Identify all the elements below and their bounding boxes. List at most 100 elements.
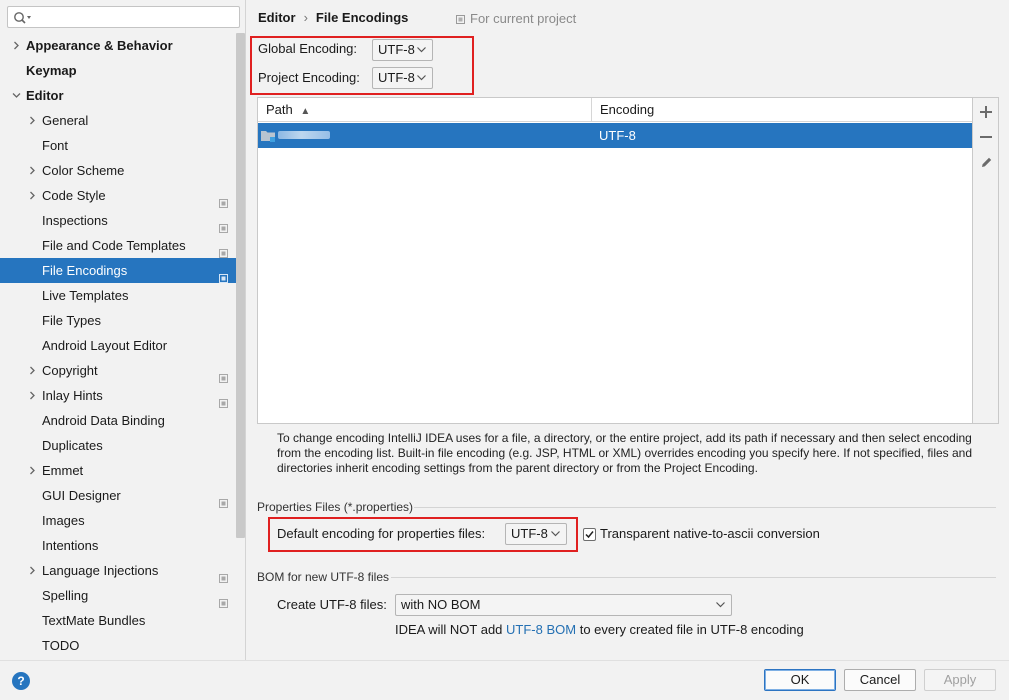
sidebar-item-label: TODO (42, 638, 80, 653)
table-toolbar (973, 97, 999, 424)
remove-button[interactable] (973, 125, 999, 149)
global-encoding-dropdown[interactable]: UTF-8 (372, 39, 433, 61)
sidebar-item-emmet[interactable]: Emmet (0, 458, 236, 483)
sidebar-item-file-encodings[interactable]: File Encodings (0, 258, 236, 283)
bom-note: IDEA will NOT add UTF-8 BOM to every cre… (395, 622, 804, 637)
project-encoding-label: Project Encoding: (258, 70, 360, 85)
sidebar-item-inlay-hints[interactable]: Inlay Hints (0, 383, 236, 408)
sidebar-item-editor[interactable]: Editor (0, 83, 236, 108)
column-divider[interactable] (591, 98, 592, 122)
native-to-ascii-checkbox[interactable] (583, 528, 596, 541)
bom-separator (391, 577, 996, 578)
sidebar-item-label: Copyright (42, 363, 98, 378)
chevron-right-icon[interactable] (26, 158, 38, 185)
sidebar-item-label: GUI Designer (42, 488, 121, 503)
project-scope-icon (219, 366, 228, 383)
sidebar-item-label: General (42, 113, 89, 128)
project-scope-icon (219, 216, 228, 233)
settings-sidebar: Appearance & Behavior Keymap Editor General… (0, 0, 246, 660)
path-encoding-table[interactable]: Path ▲ Encoding UTF-8 (257, 97, 973, 424)
sidebar-item-label: Appearance & Behavior (26, 38, 173, 53)
sidebar-item-keymap[interactable]: Keymap (0, 58, 236, 83)
properties-encoding-label: Default encoding for properties files: (277, 526, 486, 541)
help-button[interactable]: ? (12, 672, 30, 690)
sidebar-item-file-and-code-templates[interactable]: File and Code Templates (0, 233, 236, 258)
sidebar-item-spelling[interactable]: Spelling (0, 583, 236, 608)
chevron-right-icon[interactable] (26, 558, 38, 585)
chevron-right-icon[interactable] (26, 383, 38, 410)
sidebar-item-language-injections[interactable]: Language Injections (0, 558, 236, 583)
encoding-cell[interactable]: UTF-8 (599, 123, 636, 148)
sidebar-item-label: Images (42, 513, 85, 528)
chevron-right-icon[interactable] (10, 33, 22, 60)
sidebar-item-color-scheme[interactable]: Color Scheme (0, 158, 236, 183)
chevron-right-icon[interactable] (26, 108, 38, 135)
chevron-right-icon[interactable] (26, 183, 38, 210)
column-header-encoding[interactable]: Encoding (600, 98, 654, 122)
sidebar-item-label: Code Style (42, 188, 106, 203)
settings-search-box[interactable] (7, 6, 240, 28)
sidebar-item-label: Language Injections (42, 563, 159, 578)
sidebar-item-textmate-bundles[interactable]: TextMate Bundles (0, 608, 236, 633)
sidebar-item-copyright[interactable]: Copyright (0, 358, 236, 383)
sidebar-item-general[interactable]: General (0, 108, 236, 133)
project-encoding-dropdown[interactable]: UTF-8 (372, 67, 433, 89)
project-scope-icon (219, 591, 228, 608)
sidebar-item-inspections[interactable]: Inspections (0, 208, 236, 233)
sidebar-item-android-data-binding[interactable]: Android Data Binding (0, 408, 236, 433)
table-row[interactable]: UTF-8 (258, 123, 972, 148)
path-cell (260, 123, 278, 152)
search-input[interactable] (34, 8, 234, 26)
sidebar-item-code-style[interactable]: Code Style (0, 183, 236, 208)
cancel-button[interactable]: Cancel (844, 669, 916, 691)
project-scope-icon (219, 391, 228, 408)
sidebar-item-intentions[interactable]: Intentions (0, 533, 236, 558)
sidebar-item-label: Live Templates (42, 288, 129, 303)
column-header-path[interactable]: Path ▲ (266, 98, 310, 122)
pencil-icon (981, 157, 991, 167)
sidebar-item-appearance-behavior[interactable]: Appearance & Behavior (0, 33, 236, 58)
project-scope-icon (219, 566, 228, 583)
sidebar-item-label: TextMate Bundles (42, 613, 146, 628)
sidebar-item-label: File and Code Templates (42, 238, 186, 253)
plus-icon (980, 106, 992, 118)
sort-ascending-icon: ▲ (300, 106, 311, 117)
ok-button[interactable]: OK (764, 669, 836, 691)
chevron-right-icon[interactable] (26, 458, 38, 485)
bom-dropdown[interactable]: with NO BOM (395, 594, 732, 616)
chevron-down-icon[interactable] (10, 83, 22, 110)
sidebar-item-label: Android Layout Editor (42, 338, 168, 353)
utf8-bom-link[interactable]: UTF-8 BOM (506, 622, 576, 637)
chevron-right-icon[interactable] (26, 358, 38, 385)
project-scope-icon (219, 491, 228, 508)
minus-icon (980, 136, 992, 138)
project-scope-icon (219, 241, 228, 258)
apply-button[interactable]: Apply (924, 669, 996, 691)
settings-tree: Appearance & Behavior Keymap Editor General… (0, 33, 236, 658)
sidebar-item-font[interactable]: Font (0, 133, 236, 158)
sidebar-item-images[interactable]: Images (0, 508, 236, 533)
breadcrumb: Editor › File Encodings (258, 8, 408, 28)
edit-button[interactable] (973, 150, 999, 174)
breadcrumb-parent[interactable]: Editor (258, 10, 296, 25)
sidebar-scrollbar[interactable] (236, 33, 245, 538)
search-icon (14, 12, 31, 24)
sidebar-item-file-types[interactable]: File Types (0, 308, 236, 333)
sidebar-item-android-layout-editor[interactable]: Android Layout Editor (0, 333, 236, 358)
sidebar-item-live-templates[interactable]: Live Templates (0, 283, 236, 308)
native-to-ascii-label[interactable]: Transparent native-to-ascii conversion (600, 524, 820, 544)
add-button[interactable] (973, 100, 999, 124)
table-header: Path ▲ Encoding (258, 98, 972, 122)
bom-section-title: BOM for new UTF-8 files (257, 570, 390, 584)
sidebar-item-gui-designer[interactable]: GUI Designer (0, 483, 236, 508)
sidebar-item-todo[interactable]: TODO (0, 633, 236, 658)
create-utf8-label: Create UTF-8 files: (277, 597, 387, 612)
project-scope-icon (219, 191, 228, 208)
redacted-path (278, 131, 330, 139)
sidebar-item-label: Font (42, 138, 69, 153)
sidebar-item-label: Android Data Binding (42, 413, 165, 428)
sidebar-item-duplicates[interactable]: Duplicates (0, 433, 236, 458)
project-folder-icon (261, 131, 275, 142)
sidebar-item-label: Keymap (26, 63, 77, 78)
properties-encoding-dropdown[interactable]: UTF-8 (505, 523, 567, 545)
